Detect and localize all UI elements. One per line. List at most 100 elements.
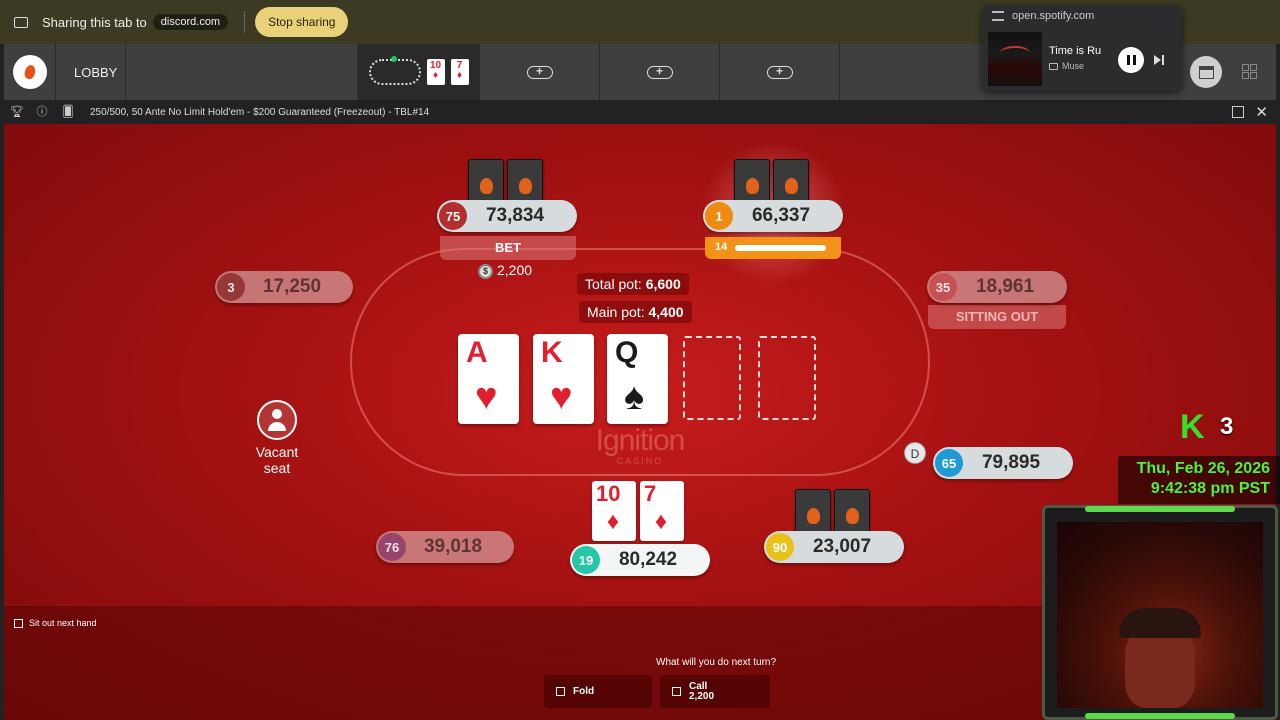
cards-icon[interactable]: 🂠 (62, 106, 74, 118)
turn-slot (683, 336, 741, 420)
plus-icon: + (526, 65, 553, 79)
cam-frame-top (1085, 506, 1235, 512)
divider (244, 11, 246, 33)
player-stack: 80,242 (618, 549, 678, 570)
player-stack: 23,007 (812, 536, 872, 557)
screen: Sharing this tab to discord.com Stop sha… (0, 0, 1280, 720)
plus-icon: + (646, 65, 673, 79)
viewer-count: 3 (1220, 413, 1234, 440)
cam-frame-bottom (1085, 713, 1235, 719)
seat-75-bet: 2,200 (497, 262, 533, 278)
player-level-badge: 3 (217, 273, 245, 301)
lobby-tab[interactable]: LOBBY (56, 44, 126, 100)
seat-75-status: BET (440, 236, 576, 260)
action-timer: 14 (705, 237, 841, 259)
nav-spacer (126, 44, 358, 100)
player-stack: 17,250 (262, 276, 322, 297)
player-stack: 73,834 (485, 205, 545, 226)
player-level-badge: 19 (572, 546, 600, 574)
add-table-tab-2[interactable]: + (600, 44, 720, 100)
main-pot: Main pot: 4,400 (579, 301, 692, 323)
add-table-tab-3[interactable]: + (720, 44, 840, 100)
single-layout-button[interactable] (1190, 56, 1222, 88)
pre-action-question: What will you do next turn? (656, 657, 777, 668)
logo-circle (12, 55, 47, 89)
stop-sharing-button[interactable]: Stop sharing (255, 7, 349, 37)
player-seat-90[interactable]: 90 23,007 (764, 531, 904, 563)
plus-icon: + (766, 65, 793, 79)
sharing-target: discord.com (152, 14, 229, 30)
source-icon (1049, 62, 1058, 70)
sit-out-option[interactable]: Sit out next hand (14, 618, 97, 628)
table-title: 250/500, 50 Ante No Limit Hold'em - $200… (90, 106, 430, 118)
artist-name: Muse (1062, 61, 1085, 71)
player-level-badge: 35 (929, 273, 957, 301)
player-seat-3[interactable]: 3 17,250 (215, 271, 353, 303)
card-back (795, 489, 831, 533)
spotify-media-popup: open.spotify.com Time is Ru Muse (982, 5, 1182, 91)
trophy-icon[interactable]: 🏆︎ (10, 106, 24, 118)
tune-icon[interactable] (992, 11, 1004, 21)
player-seat-75[interactable]: 75 73,834 (437, 200, 577, 232)
active-table-tab[interactable]: 10 ♦ 7 ♦ (358, 44, 480, 100)
screen-share-icon (14, 16, 28, 28)
player-seat-1[interactable]: 1 66,337 (703, 200, 843, 232)
pre-fold-option[interactable]: Fold (544, 675, 652, 708)
player-stack: 39,018 (423, 536, 483, 557)
kick-logo-icon: K (1180, 408, 1205, 446)
webcam-feed (1057, 522, 1263, 708)
mini-card: 7 ♦ (450, 59, 469, 85)
spotify-url: open.spotify.com (1012, 10, 1095, 22)
board-card-2: K ♥ (533, 334, 594, 424)
stream-time: 9:42:38 pm PST (1150, 480, 1270, 497)
close-icon[interactable]: ✕ (1255, 103, 1268, 121)
pre-call-option[interactable]: Call 2,200 (660, 675, 770, 708)
fold-checkbox[interactable] (556, 687, 565, 696)
player-stack: 79,895 (981, 452, 1041, 473)
grid-layout-button[interactable] (1242, 64, 1257, 79)
sit-out-checkbox[interactable] (14, 618, 23, 628)
streamer-hat (1119, 608, 1201, 638)
player-stack: 18,961 (975, 276, 1035, 297)
player-seat-65[interactable]: 65 79,895 (933, 447, 1073, 479)
sit-out-label: Sit out next hand (29, 618, 97, 628)
dealer-button: D (904, 442, 926, 464)
info-icon[interactable]: ⓘ (36, 106, 48, 118)
mini-table-icon (368, 56, 421, 85)
timer-bar (735, 245, 827, 251)
vacant-label-1: Vacant (255, 444, 299, 460)
pause-button[interactable] (1118, 47, 1144, 73)
card-back (773, 159, 809, 203)
vacant-seat[interactable]: Vacant seat (246, 400, 308, 476)
mini-card: 10 ♦ (426, 59, 445, 85)
next-track-icon[interactable] (1153, 54, 1165, 66)
spotify-header: open.spotify.com (982, 5, 1182, 27)
ignition-logo[interactable] (4, 44, 56, 100)
player-seat-76[interactable]: 76 39,018 (376, 531, 514, 563)
webcam-overlay (1042, 505, 1278, 720)
ignition-watermark: Ignition (595, 424, 686, 457)
call-checkbox[interactable] (672, 687, 681, 696)
sharing-text: Sharing this tab to (42, 14, 147, 30)
stream-clock: Thu, Feb 26, 2026 9:42:38 pm PST (1118, 456, 1280, 504)
player-level-badge: 90 (766, 533, 794, 561)
board-card-1: A ♥ (458, 334, 519, 424)
player-level-badge: 1 (705, 202, 733, 230)
hero-seat[interactable]: 19 80,242 (570, 544, 710, 576)
timer-seconds: 14 (715, 241, 728, 253)
flame-icon (22, 63, 37, 81)
player-level-badge: 76 (378, 533, 406, 561)
hero-card-1: 10 ♦ (592, 481, 636, 541)
river-slot (758, 336, 816, 420)
player-stack: 66,337 (751, 205, 811, 226)
popout-icon[interactable] (1232, 106, 1244, 118)
stream-date: Thu, Feb 26, 2026 (1136, 460, 1270, 477)
card-back (468, 159, 504, 203)
card-back (507, 159, 543, 203)
player-seat-35[interactable]: 35 18,961 (927, 271, 1067, 303)
card-back (734, 159, 770, 203)
add-table-tab-1[interactable]: + (480, 44, 600, 100)
seat-35-status: SITTING OUT (928, 305, 1066, 329)
player-level-badge: 75 (439, 202, 467, 230)
window-icon (1198, 65, 1214, 79)
